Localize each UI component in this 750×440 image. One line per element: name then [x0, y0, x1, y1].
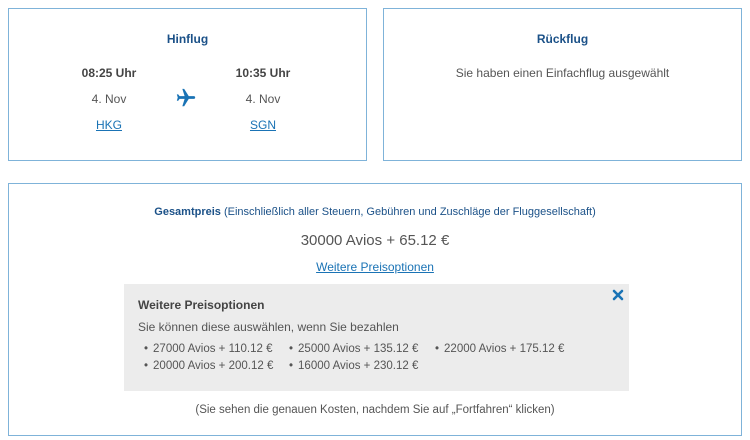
return-flight-card: Rückflug Sie haben einen Einfachflug aus… — [383, 8, 742, 161]
arrival-time: 10:35 Uhr — [235, 66, 291, 80]
airplane-icon — [176, 88, 196, 107]
price-option-item: 27000 Avios + 110.12 € — [144, 343, 272, 355]
departure-airport-link[interactable]: HKG — [49, 118, 169, 132]
outbound-flight-card: Hinflug 08:25 Uhr 4. Nov HKG 10:35 Uhr 4… — [8, 8, 367, 161]
more-price-options-row: Weitere Preisoptionen — [9, 260, 741, 274]
price-option-item: 20000 Avios + 200.12 € — [144, 360, 273, 372]
price-option-item: 25000 Avios + 135.12 € — [289, 343, 418, 355]
exact-cost-note: (Sie sehen die genauen Kosten, nachdem S… — [195, 404, 555, 416]
outbound-title: Hinflug — [166, 32, 209, 46]
total-price-amount: 30000 Avios + 65.12 € — [300, 232, 450, 249]
departure-date: 4. Nov — [91, 92, 127, 106]
one-way-message: Sie haben einen Einfachflug ausgewählt — [455, 66, 670, 80]
arrival-airport-link[interactable]: SGN — [203, 118, 323, 132]
price-options-panel: Weitere Preisoptionen Sie können diese a… — [124, 284, 629, 391]
price-options-subtitle: Sie können diese auswählen, wenn Sie bez… — [138, 320, 399, 334]
return-title: Rückflug — [536, 32, 589, 46]
total-price-line: Gesamtpreis (Einschließlich aller Steuer… — [9, 206, 741, 218]
close-icon[interactable] — [611, 288, 625, 302]
price-card: Gesamtpreis (Einschließlich aller Steuer… — [8, 183, 742, 436]
more-price-options-link[interactable]: Weitere Preisoptionen — [316, 260, 434, 274]
departure-time: 08:25 Uhr — [81, 66, 137, 80]
total-price-label: Gesamtpreis — [154, 206, 221, 218]
price-option-item: 16000 Avios + 230.12 € — [289, 360, 418, 372]
arrival-date: 4. Nov — [245, 92, 281, 106]
price-options-title: Weitere Preisoptionen — [138, 298, 265, 312]
total-price-note: (Einschließlich aller Steuern, Gebühren … — [223, 206, 596, 218]
price-option-item: 22000 Avios + 175.12 € — [435, 343, 564, 355]
